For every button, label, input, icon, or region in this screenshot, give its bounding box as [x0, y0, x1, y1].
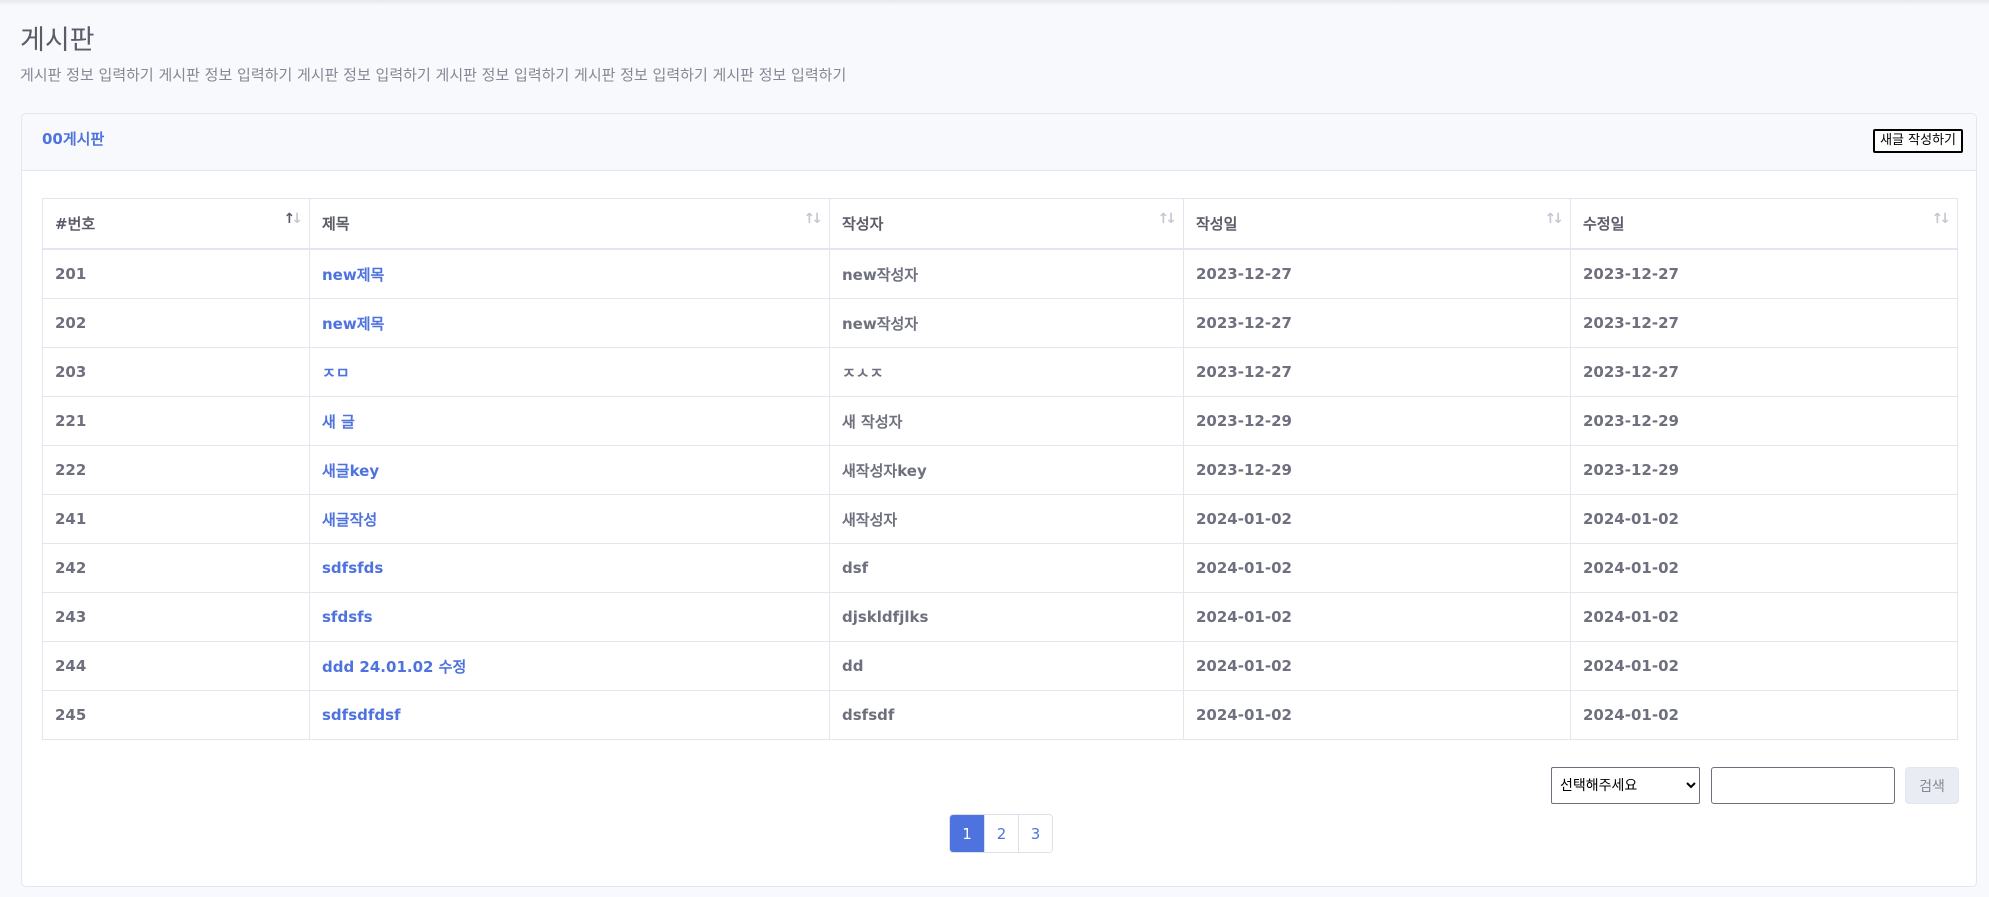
cell-title[interactable]: new제목 — [309, 298, 830, 348]
cell-modified: 2023-12-29 — [1570, 396, 1958, 446]
cell-author: dd — [829, 641, 1184, 691]
column-header-author[interactable]: 작성자 ↑↓ — [829, 198, 1184, 250]
cell-number: 221 — [42, 396, 310, 446]
cell-created: 2023-12-27 — [1183, 248, 1571, 299]
column-header-created[interactable]: 작성일 ↑↓ — [1183, 198, 1571, 250]
column-header-modified[interactable]: 수정일 ↑↓ — [1570, 198, 1958, 250]
table-row: 203 ㅈㅁ ㅈㅅㅈ 2023-12-27 2023-12-27 — [42, 347, 1958, 397]
sort-arrows-icon[interactable]: ↑↓ — [1545, 212, 1564, 226]
cell-number: 244 — [42, 641, 310, 691]
cell-author: new작성자 — [829, 248, 1184, 299]
cell-created: 2024-01-02 — [1183, 690, 1571, 740]
cell-title[interactable]: ddd 24.01.02 수정 — [309, 641, 830, 691]
cell-created: 2023-12-27 — [1183, 347, 1571, 397]
cell-modified: 2023-12-29 — [1570, 445, 1958, 495]
table-body: 201 new제목 new작성자 2023-12-27 2023-12-27 202 new… — [42, 248, 1958, 740]
new-post-button[interactable]: 새글 작성하기 — [1873, 129, 1963, 153]
column-header-label: 수정일 — [1583, 215, 1625, 233]
cell-modified: 2024-01-02 — [1570, 494, 1958, 544]
cell-created: 2024-01-02 — [1183, 592, 1571, 642]
table-row: 245 sdfsdfdsf dsfsdf 2024-01-02 2024-01-02 — [42, 690, 1958, 740]
cell-author: ㅈㅅㅈ — [829, 347, 1184, 397]
table-row: 202 new제목 new작성자 2023-12-27 2023-12-27 — [42, 298, 1958, 348]
cell-number: 241 — [42, 494, 310, 544]
page-button-3[interactable]: 3 — [1018, 815, 1052, 852]
cell-title[interactable]: sdfsfds — [309, 543, 830, 593]
sort-arrows-icon[interactable]: ↑↓ — [804, 212, 823, 226]
table-row: 244 ddd 24.01.02 수정 dd 2024-01-02 2024-01-02 — [42, 641, 1958, 691]
page-title: 게시판 — [20, 25, 95, 56]
cell-created: 2023-12-27 — [1183, 298, 1571, 348]
table-header-row: #번호 ↑↓ 제목 ↑↓ 작성자 ↑↓ 작성일 ↑↓ 수정일 ↑↓ — [42, 198, 1958, 250]
cell-title[interactable]: ㅈㅁ — [309, 347, 830, 397]
cell-number: 203 — [42, 347, 310, 397]
table-row: 222 새글key 새작성자key 2023-12-29 2023-12-29 — [42, 445, 1958, 495]
cell-number: 202 — [42, 298, 310, 348]
page-button-2[interactable]: 2 — [984, 815, 1018, 852]
cell-author: dsfsdf — [829, 690, 1184, 740]
column-header-title[interactable]: 제목 ↑↓ — [309, 198, 830, 250]
cell-title[interactable]: sfdsfs — [309, 592, 830, 642]
cell-modified: 2023-12-27 — [1570, 298, 1958, 348]
board-card: 00게시판 새글 작성하기 #번호 ↑↓ 제목 ↑↓ 작성자 ↑↓ 작성일 ↑↓ 수정일 ↑↓ 2… — [21, 113, 1977, 887]
cell-modified: 2024-01-02 — [1570, 592, 1958, 642]
cell-number: 222 — [42, 445, 310, 495]
cell-number: 243 — [42, 592, 310, 642]
page-description: 게시판 정보 입력하기 게시판 정보 입력하기 게시판 정보 입력하기 게시판 … — [20, 66, 847, 84]
card-title: 00게시판 — [42, 130, 105, 148]
cell-created: 2024-01-02 — [1183, 494, 1571, 544]
sort-arrows-icon[interactable]: ↑↓ — [284, 212, 303, 226]
table-row: 243 sfdsfs djskldfjlks 2024-01-02 2024-01-02 — [42, 592, 1958, 642]
cell-title[interactable]: sdfsdfdsf — [309, 690, 830, 740]
column-header-label: 작성일 — [1196, 215, 1238, 233]
column-header-label: #번호 — [55, 215, 96, 233]
cell-title[interactable]: 새글key — [309, 445, 830, 495]
table-header: #번호 ↑↓ 제목 ↑↓ 작성자 ↑↓ 작성일 ↑↓ 수정일 ↑↓ — [42, 198, 1958, 250]
cell-modified: 2024-01-02 — [1570, 543, 1958, 593]
page-button-1[interactable]: 1 — [950, 815, 984, 852]
board-table: #번호 ↑↓ 제목 ↑↓ 작성자 ↑↓ 작성일 ↑↓ 수정일 ↑↓ 201 new제목 new작성자 2… — [42, 198, 1958, 740]
cell-modified: 2024-01-02 — [1570, 690, 1958, 740]
cell-created: 2024-01-02 — [1183, 543, 1571, 593]
sort-arrows-icon[interactable]: ↑↓ — [1158, 212, 1177, 226]
search-button[interactable]: 검색 — [1905, 767, 1959, 804]
column-header-label: 제목 — [322, 215, 350, 233]
search-type-select[interactable]: 선택해주세요 — [1551, 767, 1700, 804]
search-input[interactable] — [1711, 767, 1895, 804]
cell-modified: 2023-12-27 — [1570, 347, 1958, 397]
cell-author: 새작성자key — [829, 445, 1184, 495]
cell-modified: 2023-12-27 — [1570, 248, 1958, 299]
pagination: 123 — [949, 814, 1053, 853]
cell-number: 201 — [42, 248, 310, 299]
cell-created: 2023-12-29 — [1183, 396, 1571, 446]
cell-title[interactable]: new제목 — [309, 248, 830, 299]
column-header-label: 작성자 — [842, 215, 884, 233]
cell-author: 새작성자 — [829, 494, 1184, 544]
cell-author: dsf — [829, 543, 1184, 593]
cell-created: 2024-01-02 — [1183, 641, 1571, 691]
cell-author: new작성자 — [829, 298, 1184, 348]
cell-number: 245 — [42, 690, 310, 740]
cell-title[interactable]: 새글작성 — [309, 494, 830, 544]
cell-modified: 2024-01-02 — [1570, 641, 1958, 691]
table-row: 241 새글작성 새작성자 2024-01-02 2024-01-02 — [42, 494, 1958, 544]
cell-title[interactable]: 새 글 — [309, 396, 830, 446]
cell-author: 새 작성자 — [829, 396, 1184, 446]
cell-number: 242 — [42, 543, 310, 593]
table-row: 221 새 글새 작성자 2023-12-29 2023-12-29 — [42, 396, 1958, 446]
sort-arrows-icon[interactable]: ↑↓ — [1932, 212, 1951, 226]
cell-created: 2023-12-29 — [1183, 445, 1571, 495]
table-row: 242 sdfsfds dsf 2024-01-02 2024-01-02 — [42, 543, 1958, 593]
column-header-number[interactable]: #번호 ↑↓ — [42, 198, 310, 250]
table-row: 201 new제목 new작성자 2023-12-27 2023-12-27 — [42, 248, 1958, 299]
card-header: 00게시판 새글 작성하기 — [22, 114, 1976, 171]
top-shadow — [0, 0, 1989, 6]
cell-author: djskldfjlks — [829, 592, 1184, 642]
